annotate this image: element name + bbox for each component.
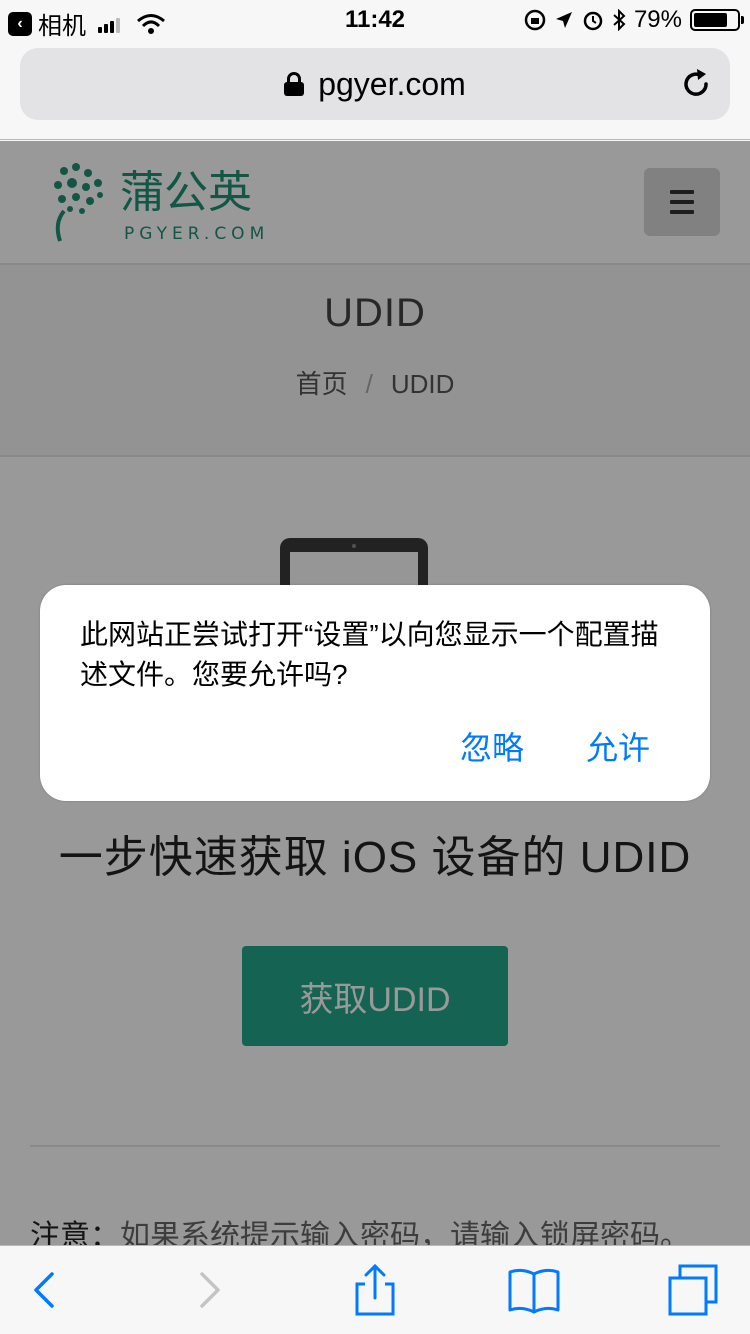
status-bar: ‹ 相机 11:42 79% [0, 0, 750, 40]
alert-message: 此网站正尝试打开“设置”以向您显示一个配置描述文件。您要允许吗? [80, 619, 659, 690]
alert-actions: 忽略 允许 [460, 723, 650, 769]
location-icon [555, 12, 572, 28]
ignore-button[interactable]: 忽略 [460, 723, 524, 769]
book-icon[interactable] [504, 1260, 564, 1320]
safari-toolbar [0, 1245, 750, 1334]
chevron-left-icon[interactable] [14, 1260, 74, 1320]
status-right: 79% [524, 6, 744, 34]
tabs-icon[interactable] [664, 1260, 724, 1320]
browser-address-area: pgyer.com [0, 40, 750, 140]
chevron-right-icon[interactable] [180, 1260, 240, 1320]
reload-icon[interactable] [678, 66, 714, 102]
allow-button[interactable]: 允许 [586, 723, 650, 769]
bluetooth-icon [613, 9, 626, 31]
share-icon[interactable] [345, 1260, 405, 1320]
address-bar[interactable]: pgyer.com [20, 48, 730, 120]
orientation-lock-icon [524, 9, 546, 31]
lock-icon [284, 72, 305, 96]
url-text[interactable]: pgyer.com [318, 66, 466, 103]
battery-icon [690, 9, 744, 31]
profile-alert-dialog: 此网站正尝试打开“设置”以向您显示一个配置描述文件。您要允许吗? 忽略 允许 [40, 585, 710, 801]
battery-percent: 79% [633, 6, 682, 33]
alarm-icon [583, 11, 603, 31]
